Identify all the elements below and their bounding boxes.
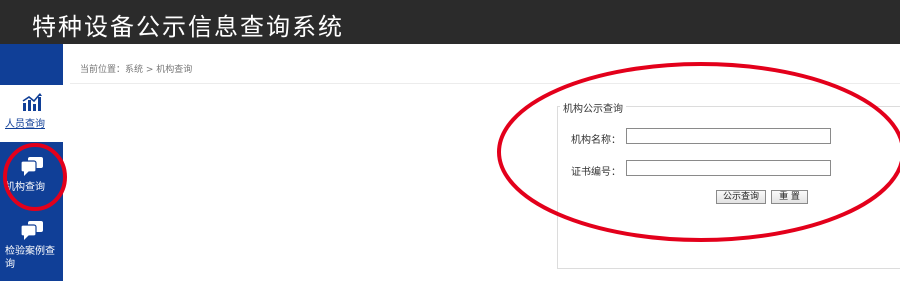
- breadcrumb: 当前位置：系统 > 机构查询: [80, 65, 193, 75]
- certificate-number-label: 证书编号：: [571, 167, 621, 178]
- app-title: 特种设备公示信息查询系统: [32, 13, 344, 41]
- app-header: 特种设备公示信息查询系统: [0, 0, 900, 44]
- bar-chart-icon: [0, 92, 63, 116]
- public-search-button[interactable]: 公示查询: [716, 190, 766, 204]
- breadcrumb-divider: [70, 83, 900, 84]
- chat-bubbles-icon: [0, 155, 63, 181]
- sidebar-item-label: 机构查询: [5, 182, 45, 193]
- institution-name-input[interactable]: [626, 128, 831, 144]
- panel-legend: 机构公示查询: [560, 100, 626, 115]
- sidebar-item-institution-query[interactable]: 机构查询: [0, 150, 63, 205]
- sidebar-item-personnel-query[interactable]: 人员查询: [0, 85, 63, 142]
- institution-name-label: 机构名称：: [571, 135, 621, 146]
- sidebar-item-label: 检验案例查询: [5, 246, 55, 270]
- sidebar-item-label: 人员查询: [5, 119, 45, 130]
- chat-bubbles-icon: [0, 219, 63, 245]
- sidebar-item-inspection-case-query[interactable]: 检验案例查询: [0, 214, 63, 281]
- reset-button[interactable]: 重 置: [771, 190, 808, 204]
- certificate-number-input[interactable]: [626, 160, 831, 176]
